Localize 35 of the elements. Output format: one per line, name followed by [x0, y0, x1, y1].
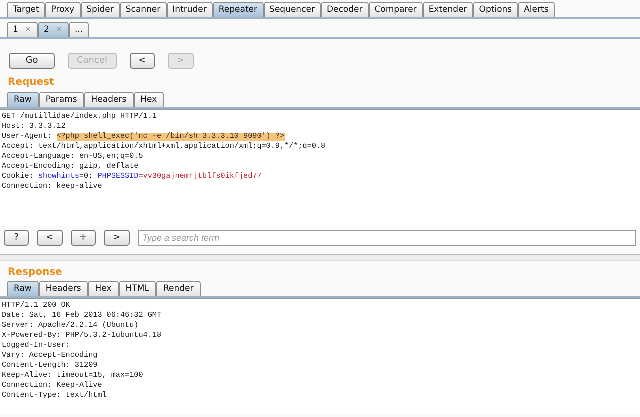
main-tab[interactable]: Spider — [80, 2, 120, 17]
main-tab[interactable]: Extender — [422, 2, 474, 17]
section-title: Response — [7, 266, 64, 280]
main-tab[interactable]: Scanner — [120, 2, 167, 17]
editor-tab[interactable]: Hex — [88, 281, 119, 296]
response-editor[interactable] — [0, 298, 640, 413]
editor-tab[interactable]: Hex — [134, 92, 164, 107]
action-button[interactable]: Go — [9, 53, 55, 69]
editor-tab[interactable]: Raw — [7, 92, 39, 107]
session-tab[interactable]: 1 × — [7, 22, 38, 37]
editor-tab[interactable]: Raw — [7, 281, 39, 296]
main-tab[interactable]: Options — [473, 2, 518, 17]
search-field[interactable]: Type a search term — [138, 230, 636, 246]
main-tab[interactable]: Decoder — [320, 2, 369, 17]
editor-tab[interactable]: HTML — [118, 281, 156, 296]
search-nav-button[interactable]: + — [70, 230, 96, 246]
session-tab[interactable]: ... — [68, 22, 90, 37]
editor-tab[interactable]: Params — [38, 92, 84, 107]
search-nav-button[interactable]: > — [104, 230, 130, 246]
main-tab[interactable]: Target — [7, 2, 46, 17]
main-tab[interactable]: Proxy — [45, 2, 81, 17]
session-tab[interactable]: 2 × — [38, 22, 69, 37]
search-nav-button[interactable]: < — [37, 230, 63, 246]
main-tab[interactable]: Repeater — [212, 2, 264, 17]
search-nav-button[interactable]: ? — [4, 230, 29, 246]
main-tab[interactable]: Comparer — [368, 2, 423, 17]
editor-tab[interactable]: Headers — [84, 92, 134, 107]
request-editor[interactable] — [0, 109, 640, 226]
main-tab[interactable]: Sequencer — [264, 2, 321, 17]
editor-tab[interactable]: Headers — [38, 281, 88, 296]
main-tab[interactable]: Intruder — [166, 2, 213, 17]
editor-tab[interactable]: Render — [156, 281, 201, 296]
section-title: Request — [7, 76, 56, 90]
action-button[interactable]: < — [130, 53, 156, 69]
main-tab[interactable]: Alerts — [518, 2, 555, 17]
